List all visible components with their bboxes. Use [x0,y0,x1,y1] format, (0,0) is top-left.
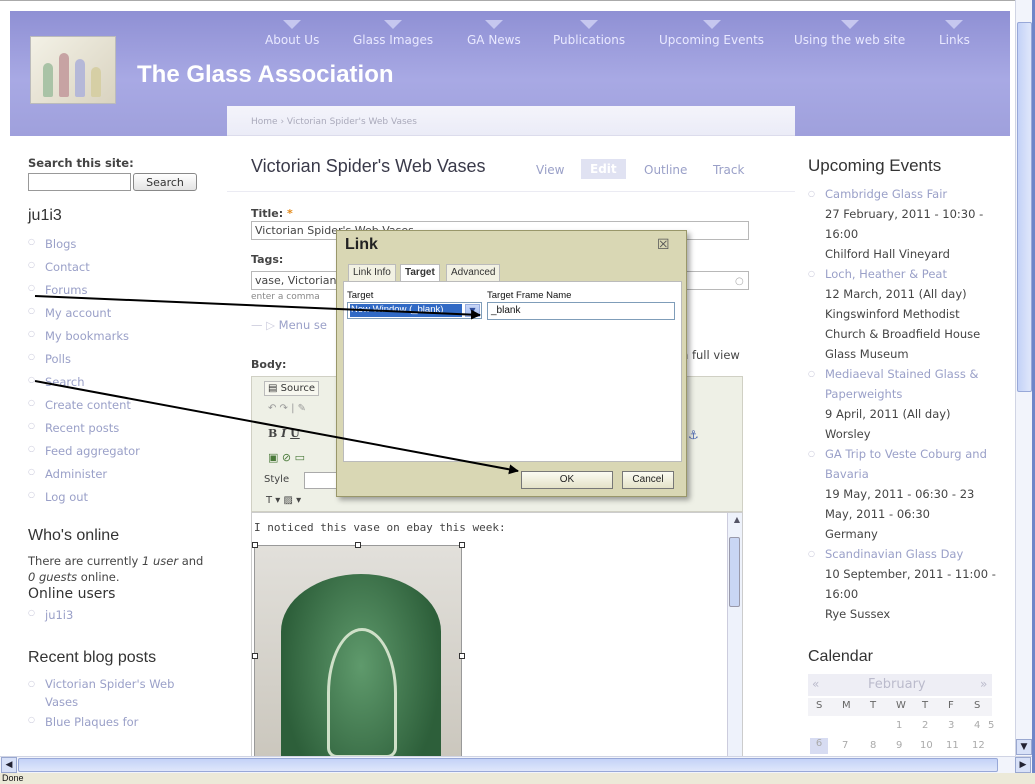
horizontal-scroll-thumb[interactable] [18,758,998,772]
annotation-arrows [34,295,519,475]
status-text: Done [2,773,24,783]
vertical-scrollbar[interactable]: ▼ [1015,0,1032,756]
status-bar: Done [0,773,1035,784]
scroll-left-icon[interactable]: ◀ [1,757,17,773]
scroll-right-icon[interactable]: ▶ [1015,757,1031,773]
scroll-down-icon[interactable]: ▼ [1016,739,1032,755]
horizontal-scrollbar[interactable]: ◀ ▶ [0,756,1032,773]
arrow-to-ok-button [34,380,519,475]
browser-viewport: The Glass Association About Us Glass Ima… [0,0,1015,756]
arrow-to-target-select [34,295,481,320]
vertical-scroll-thumb[interactable] [1017,22,1032,392]
